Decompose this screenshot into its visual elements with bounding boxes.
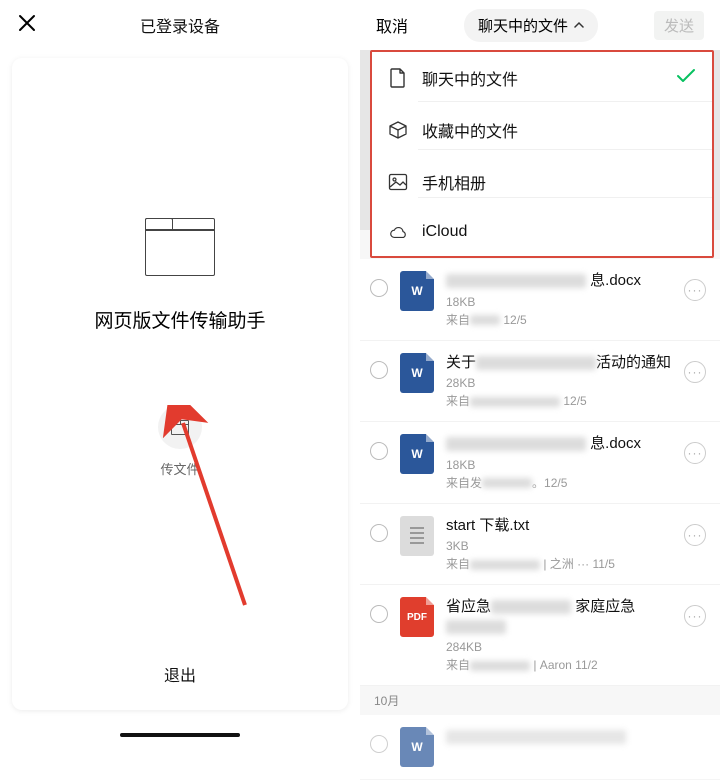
file-name: xxx 息.docx	[446, 271, 672, 291]
file-meta: 来自x | Aaron 11/2	[446, 656, 672, 673]
device-card: 网页版文件传输助手 传文件 退出	[12, 58, 348, 710]
file-name: 关于xxx活动的通知	[446, 353, 672, 373]
left-panel: 已登录设备 网页版文件传输助手 传文件 退出	[0, 0, 360, 745]
folder-icon	[171, 420, 189, 435]
file-info: xxx 息.docx 18KB 来自发x。12/5	[446, 434, 672, 491]
folder-illustration	[145, 218, 215, 276]
word-file-icon: W	[400, 353, 434, 393]
file-name: start 下载.txt	[446, 516, 672, 536]
file-size: 28KB	[446, 376, 672, 390]
right-header: 取消 聊天中的文件 发送	[360, 0, 720, 50]
check-icon	[676, 68, 696, 89]
more-button[interactable]: ···	[684, 442, 706, 464]
file-row[interactable]: start 下载.txt 3KB 来自x | 之洲 ··· 11/5 ···	[360, 504, 720, 586]
box-icon	[388, 120, 408, 140]
send-button[interactable]: 发送	[654, 11, 704, 40]
file-size: 284KB	[446, 640, 672, 654]
select-radio[interactable]	[370, 279, 388, 297]
source-dropdown[interactable]: 聊天中的文件	[464, 9, 598, 42]
close-button[interactable]	[18, 12, 42, 38]
document-icon	[388, 68, 408, 88]
left-header: 已登录设备	[0, 0, 360, 50]
right-panel: 取消 聊天中的文件 发送 聊天中的文件 收藏中的文件	[360, 0, 720, 745]
file-row[interactable]: W xxx 息.docx 18KB 来自发x。12/5 ···	[360, 422, 720, 504]
txt-file-icon	[400, 516, 434, 556]
cloud-icon	[388, 222, 408, 242]
file-info: 省应急x 家庭应急x 284KB 来自x | Aaron 11/2	[446, 597, 672, 673]
file-name: 省应急x 家庭应急x	[446, 597, 672, 636]
word-file-icon: W	[400, 727, 434, 767]
file-size: 3KB	[446, 539, 672, 553]
word-file-icon: W	[400, 271, 434, 311]
file-info: 关于xxx活动的通知 28KB 来自x 12/5	[446, 353, 672, 410]
logout-button[interactable]: 退出	[164, 662, 196, 686]
menu-item-label: iCloud	[422, 223, 696, 241]
select-radio[interactable]	[370, 735, 388, 753]
section-oct: 10月	[360, 686, 720, 715]
menu-item-chat-files[interactable]: 聊天中的文件	[372, 52, 712, 104]
more-button[interactable]: ···	[684, 279, 706, 301]
file-size: 18KB	[446, 458, 672, 472]
file-row[interactable]: W 关于xxx活动的通知 28KB 来自x 12/5 ···	[360, 341, 720, 423]
pdf-file-icon: PDF	[400, 597, 434, 637]
source-dropdown-menu: 聊天中的文件 收藏中的文件 手机相册 iCloud	[370, 50, 714, 258]
file-meta: 来自发x。12/5	[446, 474, 672, 491]
file-list: 前30天 W xxx 息.docx 18KB 来自x 12/5 ··· W 关于…	[360, 230, 720, 745]
file-name: xxx 息.docx	[446, 434, 672, 454]
file-meta: 来自x 12/5	[446, 392, 672, 409]
file-size: 18KB	[446, 295, 672, 309]
cancel-button[interactable]: 取消	[376, 13, 408, 37]
menu-item-photos[interactable]: 手机相册	[372, 156, 712, 208]
page-title: 已登录设备	[140, 13, 220, 37]
select-radio[interactable]	[370, 442, 388, 460]
upload-file-label: 传文件	[160, 459, 199, 478]
file-row[interactable]: W xxx 息.docx 18KB 来自x 12/5 ···	[360, 259, 720, 341]
card-title: 网页版文件传输助手	[94, 306, 265, 333]
more-button[interactable]: ···	[684, 524, 706, 546]
select-radio[interactable]	[370, 361, 388, 379]
menu-item-label: 收藏中的文件	[422, 118, 696, 142]
file-row[interactable]: W x	[360, 715, 720, 780]
file-info: start 下载.txt 3KB 来自x | 之洲 ··· 11/5	[446, 516, 672, 573]
upload-file-button[interactable]	[158, 405, 202, 449]
more-button[interactable]: ···	[684, 605, 706, 627]
more-button[interactable]: ···	[684, 361, 706, 383]
file-row[interactable]: PDF 省应急x 家庭应急x 284KB 来自x | Aaron 11/2 ··…	[360, 585, 720, 686]
home-indicator	[120, 733, 240, 737]
word-file-icon: W	[400, 434, 434, 474]
image-icon	[388, 172, 408, 192]
file-info: xxx 息.docx 18KB 来自x 12/5	[446, 271, 672, 328]
file-meta: 来自x 12/5	[446, 311, 672, 328]
menu-item-label: 手机相册	[422, 170, 696, 194]
menu-item-icloud[interactable]: iCloud	[372, 208, 712, 256]
dropdown-label: 聊天中的文件	[478, 15, 568, 36]
select-radio[interactable]	[370, 605, 388, 623]
file-meta: 来自x | 之洲 ··· 11/5	[446, 555, 672, 572]
menu-item-label: 聊天中的文件	[422, 66, 662, 90]
select-radio[interactable]	[370, 524, 388, 542]
chevron-up-icon	[574, 18, 584, 32]
